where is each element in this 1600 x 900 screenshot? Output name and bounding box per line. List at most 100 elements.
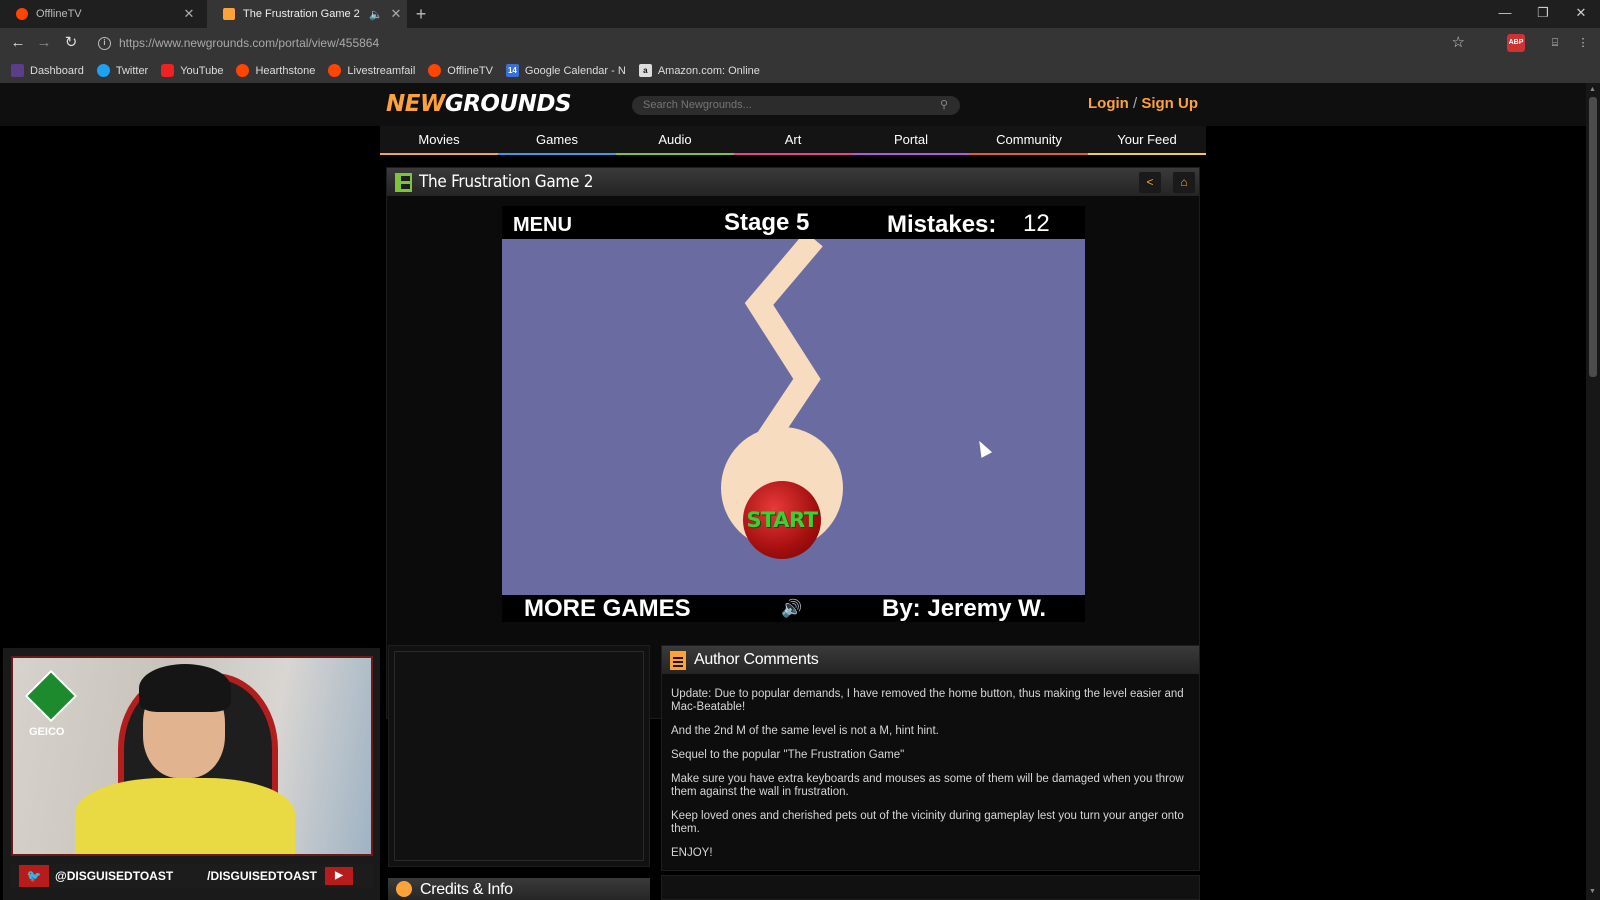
reddit-icon <box>328 64 342 77</box>
nav-audio[interactable]: Audio <box>616 126 734 155</box>
nav-label: Audio <box>658 132 692 147</box>
youtube-icon: ▶ <box>324 867 353 885</box>
reload-button[interactable]: ↻ <box>60 32 82 54</box>
bookmark-livestreamfail[interactable]: Livestreamfail <box>328 64 415 77</box>
scroll-up-icon[interactable]: ▲ <box>1589 86 1596 93</box>
more-games-button[interactable]: MORE GAMES <box>524 595 691 623</box>
stream-social-bar: 🐦 @DISGUISEDTOAST /DISGUISEDTOAST ▶ <box>11 864 373 888</box>
adblock-extension-icon[interactable]: ABP <box>1507 34 1525 52</box>
bookmark-google-calendar[interactable]: 14 Google Calendar - N <box>505 64 626 77</box>
bookmark-hearthstone[interactable]: Hearthstone <box>236 64 315 77</box>
favorite-icon[interactable]: ⌂ <box>1173 172 1195 193</box>
game-stage-label: Stage 5 <box>724 209 810 236</box>
bookmark-amazon[interactable]: a Amazon.com: Online <box>638 64 760 77</box>
nav-label: Games <box>536 132 578 147</box>
newgrounds-logo[interactable]: NEWGROUNDS <box>386 91 572 117</box>
scrollbar-thumb[interactable] <box>1589 97 1597 377</box>
bookmark-offlinetv[interactable]: OfflineTV <box>428 64 493 77</box>
login-link[interactable]: Login <box>1088 95 1129 112</box>
new-tab-button[interactable]: + <box>410 3 432 25</box>
restore-button[interactable]: ❐ <box>1524 0 1562 28</box>
start-button[interactable]: START <box>743 481 821 559</box>
game-author-credit: By: Jeremy W. <box>882 595 1047 622</box>
webcam-video: GEICO <box>11 656 373 856</box>
game-field[interactable]: START <box>502 239 1085 595</box>
auth-links: Login / Sign Up <box>1088 95 1198 112</box>
people-icon <box>396 881 412 897</box>
site-header: NEWGROUNDS ⚲ Login / Sign Up <box>0 83 1586 126</box>
nav-movies[interactable]: Movies <box>380 126 498 155</box>
bookmark-youtube[interactable]: YouTube <box>161 64 223 77</box>
tab-offlinetv[interactable]: OfflineTV ✕ <box>0 0 200 28</box>
logo-part-new: NEW <box>386 91 445 117</box>
nav-underline <box>852 153 970 155</box>
game-embed[interactable]: MENU Stage 5 Mistakes: 12 START MORE GAM… <box>502 206 1085 622</box>
author-comment-paragraph: Update: Due to popular demands, I have r… <box>671 688 1184 713</box>
signup-link[interactable]: Sign Up <box>1141 95 1198 112</box>
bookmark-dashboard[interactable]: Dashboard <box>11 64 84 77</box>
author-comments-panel: Author Comments Update: Due to popular d… <box>661 645 1200 871</box>
next-panel-top <box>661 875 1200 900</box>
search-icon[interactable]: ⚲ <box>940 98 952 111</box>
bookmark-label: Dashboard <box>30 64 84 77</box>
address-bar[interactable]: i https://www.newgrounds.com/portal/view… <box>90 31 1485 55</box>
share-icon[interactable]: < <box>1139 172 1161 193</box>
info-icon[interactable]: i <box>98 36 111 50</box>
close-tab-icon[interactable]: ✕ <box>385 6 407 22</box>
minimize-button[interactable]: — <box>1486 0 1524 28</box>
speaker-icon[interactable]: 🔈 <box>369 8 383 21</box>
auth-separator: / <box>1133 95 1138 112</box>
search-input[interactable] <box>632 96 960 115</box>
amazon-icon: a <box>638 64 652 77</box>
nav-community[interactable]: Community <box>970 126 1088 155</box>
game-hud-top: MENU Stage 5 Mistakes: 12 <box>502 206 1085 239</box>
author-comment-paragraph: Make sure you have extra keyboards and m… <box>671 773 1184 798</box>
tab-frustration-game[interactable]: The Frustration Game 2 🔈 ✕ <box>207 0 407 28</box>
menu-kebab-icon[interactable]: ⋮ <box>1574 34 1592 52</box>
document-icon <box>670 651 686 670</box>
streamer-hair <box>139 664 231 712</box>
page-scrollbar[interactable]: ▲ ▼ <box>1586 83 1600 900</box>
nav-underline <box>970 153 1088 155</box>
reddit-icon <box>428 64 442 77</box>
bookmark-label: OfflineTV <box>447 64 493 77</box>
nav-label: Community <box>996 132 1062 147</box>
tab-bar: OfflineTV ✕ The Frustration Game 2 🔈 ✕ +… <box>0 0 1600 28</box>
author-comments-header: Author Comments <box>662 646 1199 674</box>
twitter-icon: 🐦 <box>19 865 49 887</box>
nav-art[interactable]: Art <box>734 126 852 155</box>
reddit-icon <box>16 8 28 20</box>
nav-label: Art <box>784 132 802 147</box>
game-menu-button[interactable]: MENU <box>513 214 572 237</box>
game-mistakes-label: Mistakes: <box>887 211 997 238</box>
bookmark-star-icon[interactable]: ☆ <box>1452 33 1465 51</box>
nav-your-feed[interactable]: Your Feed <box>1088 126 1206 155</box>
scroll-down-icon[interactable]: ▼ <box>1589 888 1596 895</box>
start-label: START <box>746 508 818 532</box>
nav-label: Portal <box>894 132 928 147</box>
url-text: https://www.newgrounds.com/portal/view/4… <box>119 36 380 50</box>
nav-underline <box>380 153 498 155</box>
nav-label: Movies <box>418 132 460 147</box>
incognito-extension-icon[interactable]: ⌸ <box>1546 34 1564 52</box>
credits-header: Credits & Info <box>388 878 650 900</box>
tumblr-icon <box>11 64 24 77</box>
nav-games[interactable]: Games <box>498 126 616 155</box>
main-nav: Movies Games Audio Art Portal Community … <box>380 126 1206 155</box>
youtube-icon <box>161 64 175 77</box>
bookmark-label: Hearthstone <box>255 64 316 77</box>
nav-portal[interactable]: Portal <box>852 126 970 155</box>
game-mistakes-count: 12 <box>1023 210 1050 237</box>
maze-path <box>744 239 823 461</box>
close-window-button[interactable]: ✕ <box>1562 0 1600 28</box>
speaker-icon[interactable]: 🔊 <box>781 599 802 619</box>
nav-label: Your Feed <box>1117 132 1177 147</box>
back-button[interactable]: ← <box>7 32 29 54</box>
close-tab-icon[interactable]: ✕ <box>178 6 200 22</box>
bookmarks-bar: Dashboard Twitter YouTube Hearthstone Li… <box>0 58 1600 83</box>
logo-part-grounds: GROUNDS <box>444 91 572 117</box>
page-viewport: NEWGROUNDS ⚲ Login / Sign Up Movies Game… <box>0 83 1586 900</box>
bookmark-twitter[interactable]: Twitter <box>96 64 148 77</box>
nav-underline <box>1088 153 1206 155</box>
forward-button[interactable]: → <box>33 32 55 54</box>
